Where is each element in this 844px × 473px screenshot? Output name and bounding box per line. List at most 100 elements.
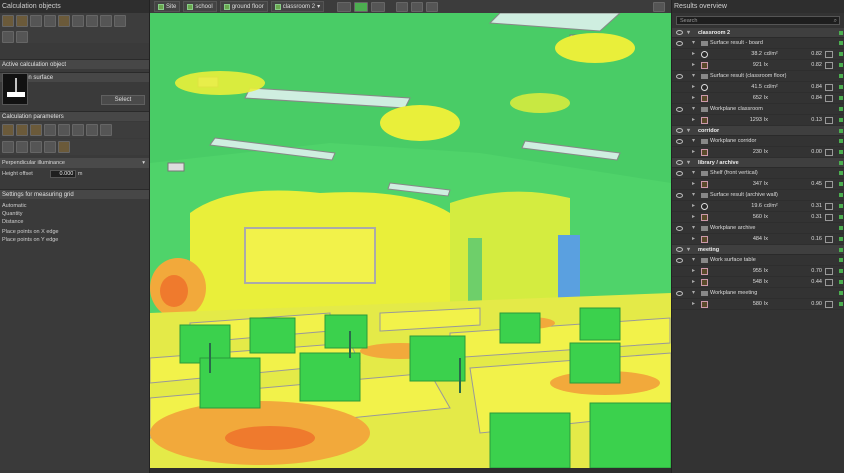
chevron-down-icon[interactable]: ▾ <box>692 168 695 179</box>
param-icon-10[interactable] <box>16 141 28 153</box>
delete-icon[interactable] <box>100 15 112 27</box>
crumb-floor[interactable]: ground floor <box>219 1 268 12</box>
result-value-row[interactable]: ▸ 560 lx 0.31 <box>672 212 844 223</box>
chevron-right-icon[interactable]: ▸ <box>692 115 695 126</box>
grid-option-distance[interactable]: Distance <box>0 218 59 226</box>
result-value-row[interactable]: ▸ 548 lx 0.44 <box>672 277 844 288</box>
param-icon-1[interactable] <box>2 124 14 136</box>
results-item[interactable]: ▾ Surface result (archive wall) <box>672 190 844 201</box>
edit-icon[interactable] <box>825 51 833 58</box>
results-group[interactable]: ▾ corridor <box>672 126 844 136</box>
add-icon[interactable] <box>30 15 42 27</box>
results-item[interactable]: ▾ Workplane corridor <box>672 136 844 147</box>
chevron-right-icon[interactable]: ▸ <box>692 60 695 71</box>
chevron-right-icon[interactable]: ▸ <box>692 277 695 288</box>
chevron-down-icon[interactable]: ▾ <box>687 158 690 168</box>
move-icon[interactable] <box>86 15 98 27</box>
visibility-eye-icon[interactable] <box>676 258 683 263</box>
visibility-eye-icon[interactable] <box>676 171 683 176</box>
result-value-row[interactable]: ▸ 652 lx 0.84 <box>672 93 844 104</box>
chevron-right-icon[interactable]: ▸ <box>692 299 695 310</box>
visibility-eye-icon[interactable] <box>676 291 683 296</box>
place-points-x-checkbox[interactable]: Place points on X edge <box>0 228 59 236</box>
param-icon-3[interactable] <box>30 124 42 136</box>
crumb-site[interactable]: Site <box>154 1 181 12</box>
result-value-row[interactable]: ▸ 347 lx 0.45 <box>672 179 844 190</box>
chevron-right-icon[interactable]: ▸ <box>692 49 695 60</box>
chevron-down-icon[interactable]: ▾ <box>687 28 690 38</box>
monitor-icon[interactable] <box>653 1 665 12</box>
param-icon-2[interactable] <box>16 124 28 136</box>
chevron-down-icon[interactable]: ▾ <box>687 245 690 255</box>
place-points-y-checkbox[interactable]: Place points on Y edge <box>0 236 59 244</box>
undo-icon[interactable] <box>2 31 14 43</box>
redo-icon[interactable] <box>16 31 28 43</box>
edit-icon[interactable] <box>825 62 833 69</box>
chevron-right-icon[interactable]: ▸ <box>692 147 695 158</box>
visibility-eye-icon[interactable] <box>676 41 683 46</box>
results-group[interactable]: ▾ classroom 2 <box>672 28 844 38</box>
visibility-eye-icon[interactable] <box>676 160 683 165</box>
param-icon-11[interactable] <box>30 141 42 153</box>
visibility-eye-icon[interactable] <box>676 247 683 252</box>
edit-icon[interactable] <box>825 181 833 188</box>
results-item[interactable]: ▾ Shelf (front vertical) <box>672 168 844 179</box>
false-color-icon[interactable] <box>354 1 369 12</box>
results-group[interactable]: ▾ meeting <box>672 245 844 255</box>
result-value-row[interactable]: ▸ 1293 lx 0.13 <box>672 115 844 126</box>
crumb-building[interactable]: school <box>183 1 217 12</box>
visibility-eye-icon[interactable] <box>676 139 683 144</box>
param-icon-4[interactable] <box>44 124 56 136</box>
param-icon-7[interactable] <box>86 124 98 136</box>
chevron-right-icon[interactable]: ▸ <box>692 93 695 104</box>
results-item[interactable]: ▾ Workplane meeting <box>672 288 844 299</box>
chevron-right-icon[interactable]: ▸ <box>692 212 695 223</box>
visibility-eye-icon[interactable] <box>676 107 683 112</box>
result-value-row[interactable]: ▸ 921 lx 0.82 <box>672 60 844 71</box>
visibility-eye-icon[interactable] <box>676 30 683 35</box>
chevron-down-icon[interactable]: ▾ <box>692 38 695 49</box>
cursor-icon[interactable] <box>114 15 126 27</box>
edit-icon[interactable] <box>825 301 833 308</box>
results-item[interactable]: ▾ Surface result - board <box>672 38 844 49</box>
result-value-row[interactable]: ▸ 955 lx 0.70 <box>672 266 844 277</box>
results-item[interactable]: ▾ Work surface table <box>672 255 844 266</box>
param-icon-13[interactable] <box>58 141 70 153</box>
edit-icon[interactable] <box>825 95 833 102</box>
param-icon-9[interactable] <box>2 141 14 153</box>
param-icon-8[interactable] <box>100 124 112 136</box>
edit-icon[interactable] <box>825 84 833 91</box>
results-group[interactable]: ▾ library / archive <box>672 158 844 168</box>
crumb-room[interactable]: classroom 2 ▾ <box>270 1 325 12</box>
chevron-down-icon[interactable]: ▾ <box>687 126 690 136</box>
copy-icon[interactable] <box>72 15 84 27</box>
view-mode-icon[interactable] <box>337 1 352 12</box>
chevron-down-icon[interactable]: ▾ <box>692 71 695 82</box>
layer-icon[interactable] <box>371 1 386 12</box>
edit-icon[interactable] <box>825 236 833 243</box>
result-value-row[interactable]: ▸ 41.5 cd/m² 0.84 <box>672 82 844 93</box>
chevron-down-icon[interactable]: ▾ <box>692 223 695 234</box>
visibility-eye-icon[interactable] <box>676 226 683 231</box>
chevron-down-icon[interactable]: ▾ <box>692 136 695 147</box>
edit-icon[interactable] <box>825 214 833 221</box>
calc-surface-icon[interactable] <box>16 15 28 27</box>
chevron-down-icon[interactable]: ▾ <box>692 255 695 266</box>
zoom-fit-icon[interactable] <box>396 1 409 12</box>
edit-icon[interactable] <box>825 268 833 275</box>
search-input[interactable]: Search ⌕ <box>676 16 840 25</box>
result-value-row[interactable]: ▸ 38.2 cd/m² 0.82 <box>672 49 844 60</box>
chevron-right-icon[interactable]: ▸ <box>692 82 695 93</box>
result-value-row[interactable]: ▸ 19.6 cd/m² 0.31 <box>672 201 844 212</box>
calc-point-icon[interactable] <box>2 15 14 27</box>
result-value-row[interactable]: ▸ 484 lx 0.16 <box>672 234 844 245</box>
edit-icon[interactable] <box>825 279 833 286</box>
results-item[interactable]: ▾ Workplane classroom <box>672 104 844 115</box>
edit-icon[interactable] <box>825 203 833 210</box>
chevron-right-icon[interactable]: ▸ <box>692 266 695 277</box>
false-color-rendering[interactable] <box>150 13 671 468</box>
height-offset-input[interactable]: 0.000 <box>50 170 77 178</box>
grid-icon[interactable] <box>44 15 56 27</box>
grid-option-quantity[interactable]: Quantity <box>0 210 59 218</box>
grid-option-automatic[interactable]: Automatic <box>0 202 59 210</box>
